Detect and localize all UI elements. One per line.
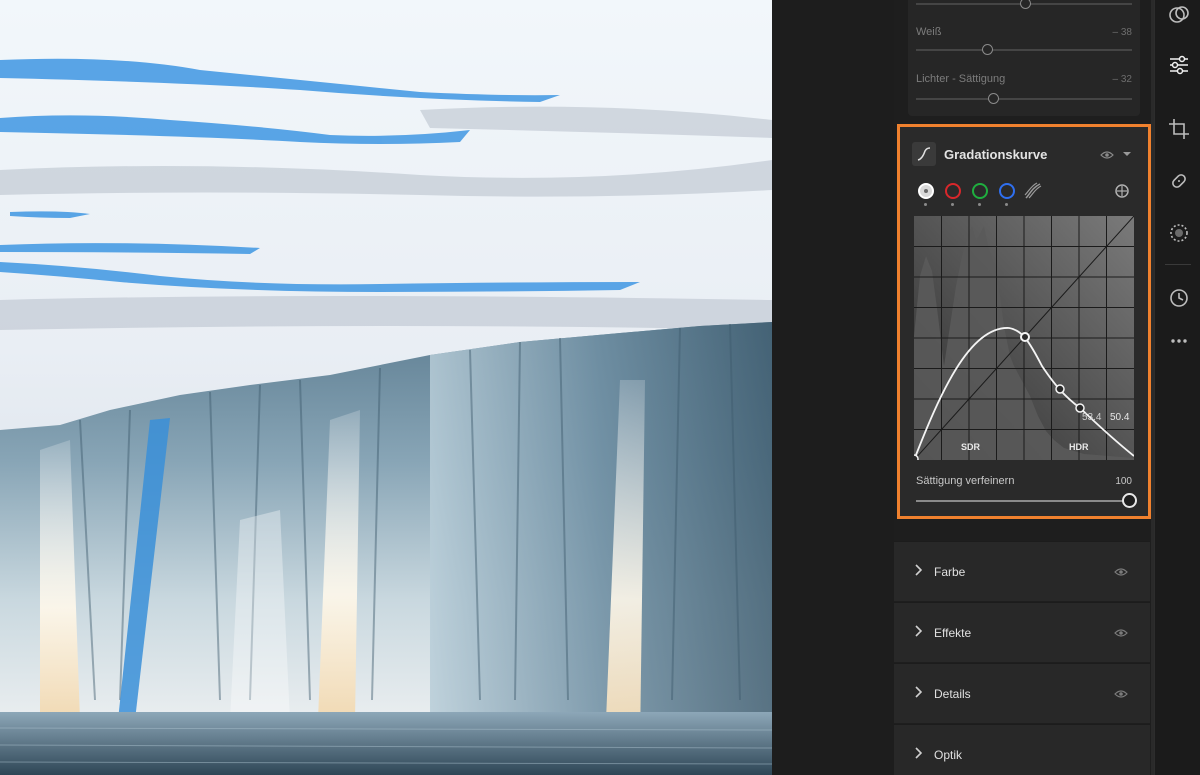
- section-label: Details: [934, 687, 971, 701]
- refine-saturation-knob[interactable]: [1122, 493, 1137, 508]
- slider-track[interactable]: [916, 49, 1132, 51]
- eye-icon[interactable]: [1114, 689, 1128, 699]
- eye-icon[interactable]: [1114, 628, 1128, 638]
- chevron-right-icon: [915, 686, 922, 698]
- healing-icon[interactable]: [1166, 168, 1192, 194]
- section-effekte[interactable]: Effekte: [894, 602, 1150, 662]
- red-channel-icon[interactable]: [945, 183, 961, 199]
- eye-icon[interactable]: [1114, 567, 1128, 577]
- zone-sdr-label: SDR: [961, 442, 981, 452]
- curve-point[interactable]: [1075, 403, 1085, 413]
- channel-dot: [1005, 203, 1008, 206]
- presets-icon[interactable]: [1166, 2, 1192, 28]
- eye-icon[interactable]: [1100, 150, 1114, 160]
- masking-icon[interactable]: [1166, 220, 1192, 246]
- chevron-right-icon: [915, 747, 922, 759]
- tone-curve-icon[interactable]: [912, 142, 936, 166]
- section-details[interactable]: Details: [894, 663, 1150, 723]
- curve-point[interactable]: [909, 454, 919, 464]
- channel-dot: [951, 203, 954, 206]
- zone-hdr-label: HDR: [1069, 442, 1089, 452]
- channel-active-dot: [924, 203, 927, 206]
- tone-curve-graph[interactable]: 53.4 50.4 SDR HDR: [909, 215, 1135, 464]
- refine-saturation-label: Sättigung verfeinern: [916, 475, 1015, 487]
- slider-knob[interactable]: [988, 93, 999, 104]
- slider-label: Lichter - Sättigung: [916, 73, 1006, 85]
- slider-track[interactable]: [916, 98, 1132, 100]
- tone-curve-title[interactable]: Gradationskurve: [944, 147, 1047, 162]
- blue-channel-icon[interactable]: [999, 183, 1015, 199]
- slider-value[interactable]: – 32: [1113, 74, 1132, 85]
- edit-sliders-icon[interactable]: [1166, 52, 1192, 78]
- chevron-right-icon: [915, 625, 922, 637]
- channel-dot: [978, 203, 981, 206]
- curve-point[interactable]: [1055, 384, 1065, 394]
- history-icon[interactable]: [1166, 285, 1192, 311]
- chevron-down-icon[interactable]: [1122, 150, 1132, 158]
- refine-saturation-track[interactable]: [916, 500, 1126, 502]
- glacier-photo: [0, 0, 772, 775]
- section-label: Effekte: [934, 626, 972, 640]
- section-farbe[interactable]: Farbe: [894, 541, 1150, 601]
- point-curve-icon[interactable]: [918, 183, 934, 199]
- section-label: Optik: [934, 748, 963, 762]
- slider-knob[interactable]: [982, 44, 993, 55]
- chevron-right-icon: [915, 564, 922, 576]
- section-optik[interactable]: Optik: [894, 724, 1150, 775]
- photo-canvas[interactable]: [0, 0, 772, 775]
- section-label: Farbe: [934, 565, 966, 579]
- green-channel-icon[interactable]: [972, 183, 988, 199]
- target-adjustment-icon[interactable]: [1114, 183, 1130, 199]
- canvas-gutter: [772, 0, 894, 775]
- curve-point-selected[interactable]: [1020, 332, 1030, 342]
- refine-saturation-value[interactable]: 100: [1110, 476, 1132, 487]
- toolbar-separator: [1165, 264, 1191, 265]
- slider-value[interactable]: – 38: [1113, 27, 1132, 38]
- slider-label: Weiß: [916, 26, 942, 38]
- curve-readout-out: 50.4: [1110, 412, 1130, 423]
- more-icon[interactable]: [1166, 328, 1192, 354]
- crop-icon[interactable]: [1166, 116, 1192, 142]
- parametric-curve-icon[interactable]: [1024, 182, 1042, 200]
- curve-readout-in: 53.4: [1082, 412, 1102, 423]
